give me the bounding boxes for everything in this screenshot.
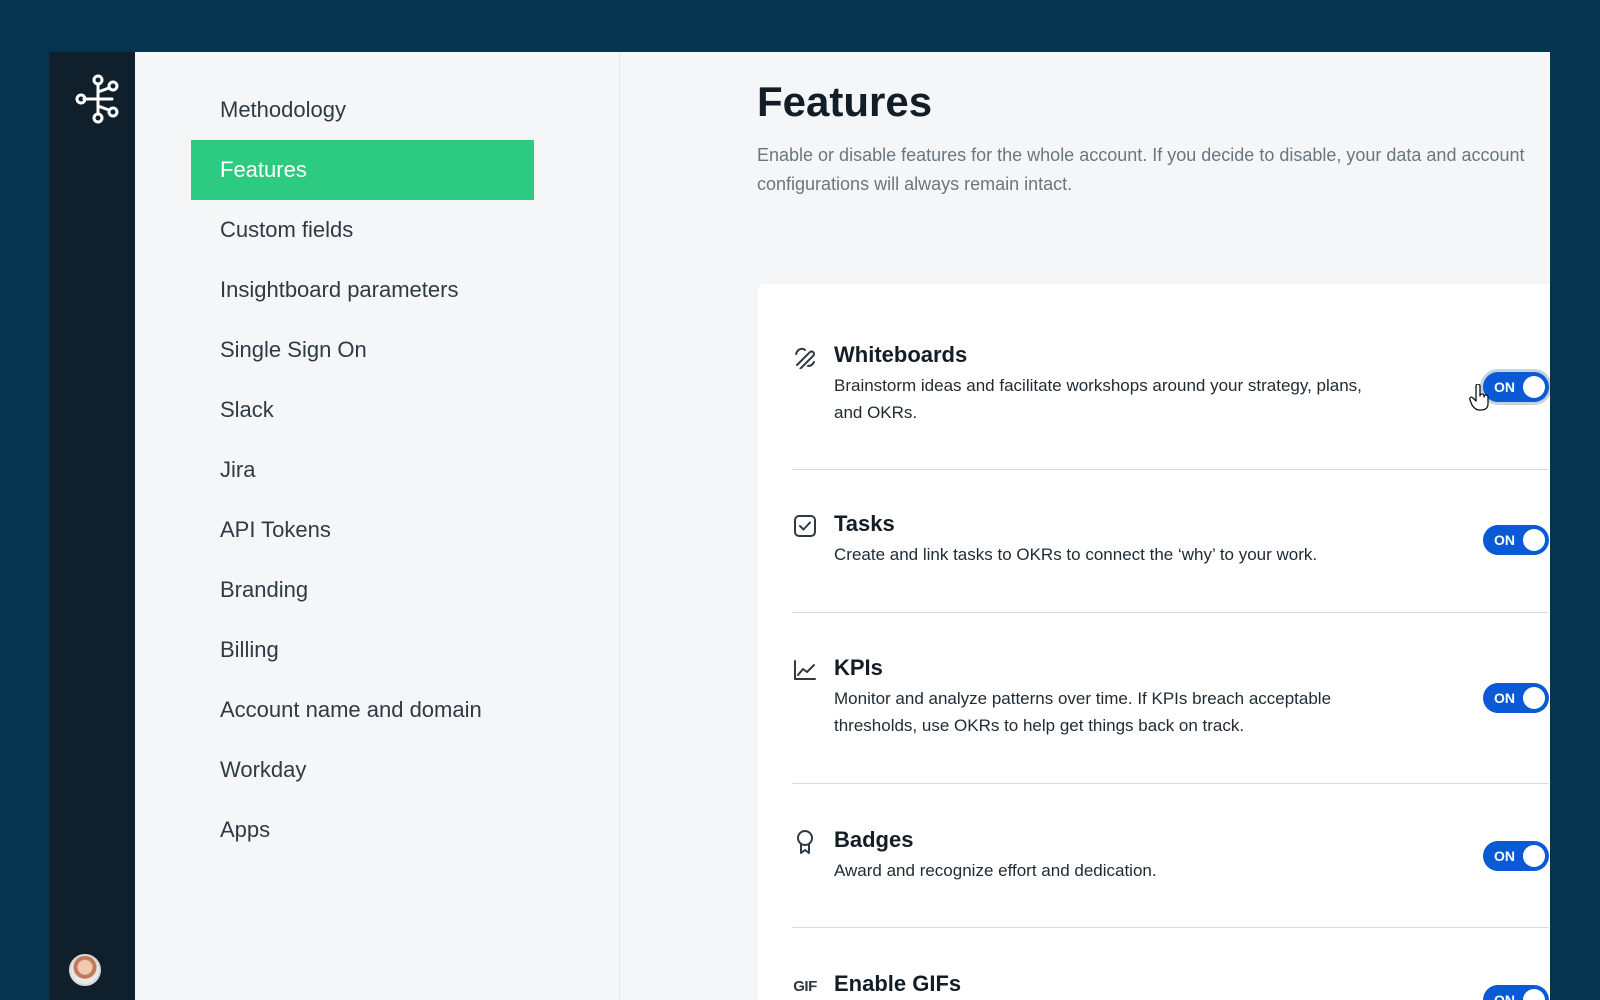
sidebar-item-apps[interactable]: Apps: [191, 800, 534, 860]
feature-title: Enable GIFs: [834, 971, 962, 996]
task-checkbox-icon: [792, 513, 818, 539]
sidebar-item-features[interactable]: Features: [191, 140, 534, 200]
page-description: Enable or disable features for the whole…: [757, 145, 1525, 194]
user-avatar[interactable]: [69, 954, 101, 986]
sidebar-item-insightboard-parameters[interactable]: Insightboard parameters: [191, 260, 534, 320]
app-logo-icon[interactable]: [75, 74, 121, 124]
toggle-label: ON: [1494, 379, 1515, 395]
settings-sidebar: Methodology Features Custom fields Insig…: [135, 52, 620, 1000]
feature-description: Create and link tasks to OKRs to connect…: [834, 545, 1318, 564]
divider: [792, 612, 1549, 613]
page-title: Features: [757, 78, 933, 125]
divider: [792, 783, 1549, 784]
main-content: Features Enable or disable features for …: [620, 52, 1550, 1000]
feature-title: Tasks: [834, 511, 895, 536]
sidebar-item-api-tokens[interactable]: API Tokens: [191, 500, 534, 560]
feature-title: Whiteboards: [834, 342, 968, 367]
toggle-label: ON: [1494, 532, 1515, 548]
divider: [792, 927, 1549, 928]
toggle-label: ON: [1494, 848, 1515, 864]
badge-icon: [792, 829, 818, 855]
toggle-label: ON: [1494, 690, 1515, 706]
gifs-toggle[interactable]: ON: [1483, 985, 1549, 1000]
features-card: Whiteboards Brainstorm ideas and facilit…: [758, 284, 1550, 1000]
divider: [792, 469, 1549, 470]
sidebar-item-billing[interactable]: Billing: [191, 620, 534, 680]
feature-description: Monitor and analyze patterns over time. …: [834, 689, 1332, 735]
gif-icon: GIF: [793, 977, 817, 995]
kpis-toggle[interactable]: ON: [1483, 683, 1549, 713]
sidebar-item-workday[interactable]: Workday: [191, 740, 534, 800]
sidebar-item-slack[interactable]: Slack: [191, 380, 534, 440]
app-window: Methodology Features Custom fields Insig…: [49, 52, 1550, 1000]
sidebar-item-single-sign-on[interactable]: Single Sign On: [191, 320, 534, 380]
sidebar-item-account-name-domain[interactable]: Account name and domain: [191, 680, 534, 740]
toggle-knob: [1523, 376, 1545, 398]
tasks-toggle[interactable]: ON: [1483, 525, 1549, 555]
badges-toggle[interactable]: ON: [1483, 841, 1549, 871]
toggle-knob: [1523, 845, 1545, 867]
toggle-label: ON: [1494, 992, 1515, 1000]
feature-description: Award and recognize effort and dedicatio…: [834, 861, 1157, 880]
toggle-knob: [1523, 687, 1545, 709]
sidebar-item-branding[interactable]: Branding: [191, 560, 534, 620]
whiteboards-toggle[interactable]: ON: [1483, 372, 1549, 402]
feature-description: Brainstorm ideas and facilitate workshop…: [834, 376, 1362, 422]
toggle-knob: [1523, 989, 1545, 1000]
sidebar-item-methodology[interactable]: Methodology: [191, 80, 534, 140]
chart-line-icon: [792, 657, 818, 683]
feature-title: KPIs: [834, 655, 883, 680]
feature-title: Badges: [834, 827, 914, 852]
toggle-knob: [1523, 529, 1545, 551]
sidebar-item-custom-fields[interactable]: Custom fields: [191, 200, 534, 260]
sidebar-item-jira[interactable]: Jira: [191, 440, 534, 500]
app-rail: [49, 52, 135, 1000]
whiteboard-icon: [792, 344, 818, 370]
